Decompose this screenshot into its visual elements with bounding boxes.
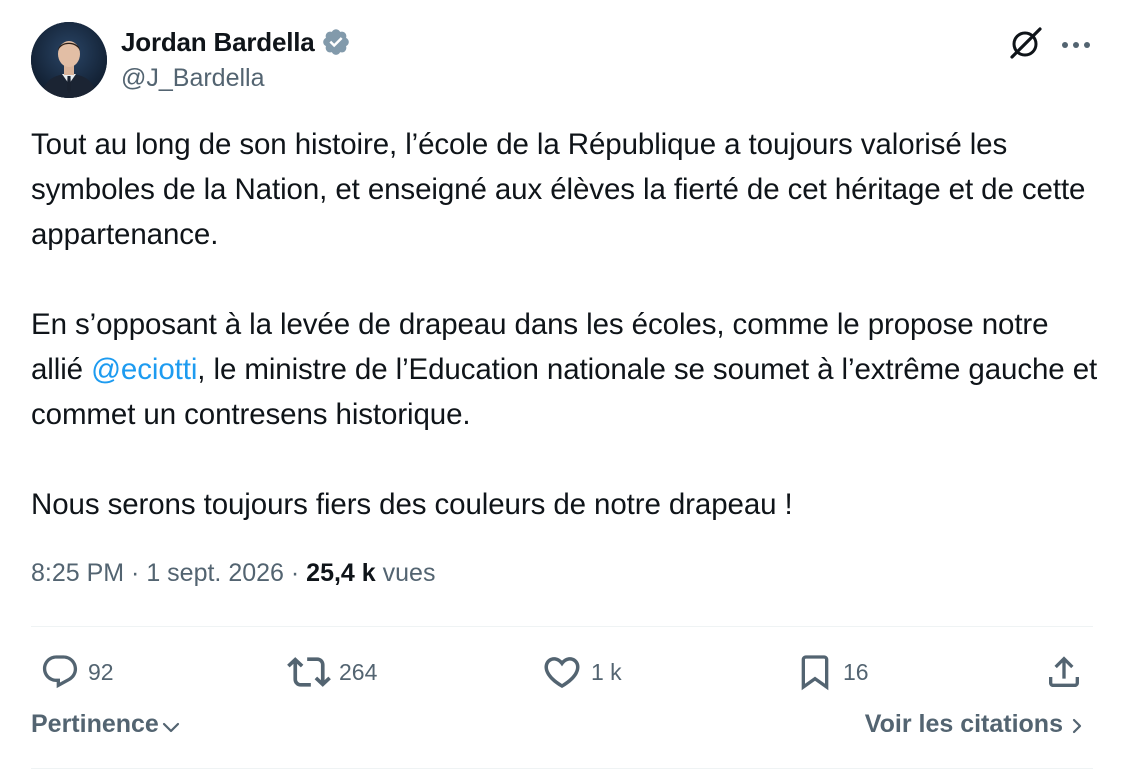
avatar-photo	[31, 22, 107, 98]
reply-count: 92	[88, 658, 114, 685]
view-quotes-link[interactable]: Voir les citations	[865, 710, 1087, 739]
more-options-icon[interactable]	[1059, 27, 1093, 61]
share-icon	[1049, 656, 1079, 687]
bookmark-button[interactable]: 16	[795, 648, 869, 696]
tweet-header: Jordan Bardella @J_Bardella	[31, 22, 1093, 100]
avatar[interactable]	[31, 22, 107, 98]
tweet-paragraph: Nous serons toujours fiers des couleurs …	[31, 488, 793, 521]
meta-separator: ·	[283, 559, 307, 587]
meta-separator: ·	[124, 559, 147, 587]
view-quotes-label: Voir les citations	[864, 710, 1063, 738]
tweet-meta: 8:25 PM · 1 sept. 2026 · 25,4 k vues	[31, 559, 435, 588]
author-block: Jordan Bardella @J_Bardella	[121, 24, 351, 93]
verified-badge-icon[interactable]	[321, 27, 351, 57]
sort-dropdown[interactable]: Pertinence	[31, 710, 183, 739]
like-count: 1 k	[591, 658, 622, 685]
grok-icon[interactable]	[1007, 24, 1045, 62]
author-display-name[interactable]: Jordan Bardella	[121, 27, 315, 58]
mention-link[interactable]: @eciotti	[91, 353, 197, 386]
retweet-count: 264	[339, 658, 378, 685]
chevron-right-icon	[1072, 718, 1082, 734]
tweet-paragraph: En s’opposant à la levée de drapeau dans…	[31, 302, 1101, 437]
retweet-icon	[287, 657, 331, 687]
share-button[interactable]	[1044, 648, 1084, 696]
heart-icon	[544, 657, 580, 689]
chevron-down-icon	[162, 722, 179, 732]
sort-label: Pertinence	[31, 710, 159, 738]
tweet-paragraph: Tout au long de son histoire, l’école de…	[31, 128, 1086, 251]
bookmark-count: 16	[843, 658, 869, 685]
like-button[interactable]: 1 k	[541, 648, 622, 696]
author-handle[interactable]: @J_Bardella	[121, 64, 351, 93]
replies-controls: Pertinence Voir les citations	[31, 710, 1093, 754]
reply-icon	[42, 655, 78, 689]
retweet-button[interactable]: 264	[287, 648, 377, 696]
tweet-date[interactable]: 1 sept. 2026	[146, 559, 284, 587]
reply-button[interactable]: 92	[40, 648, 114, 696]
tweet-time[interactable]: 8:25 PM	[31, 559, 124, 587]
divider	[31, 626, 1093, 627]
tweet-body: Tout au long de son histoire, l’école de…	[31, 122, 1101, 527]
bookmark-icon	[801, 655, 829, 691]
views-label: vues	[375, 559, 436, 587]
views-count[interactable]: 25,4 k	[306, 559, 376, 587]
divider	[31, 768, 1093, 769]
